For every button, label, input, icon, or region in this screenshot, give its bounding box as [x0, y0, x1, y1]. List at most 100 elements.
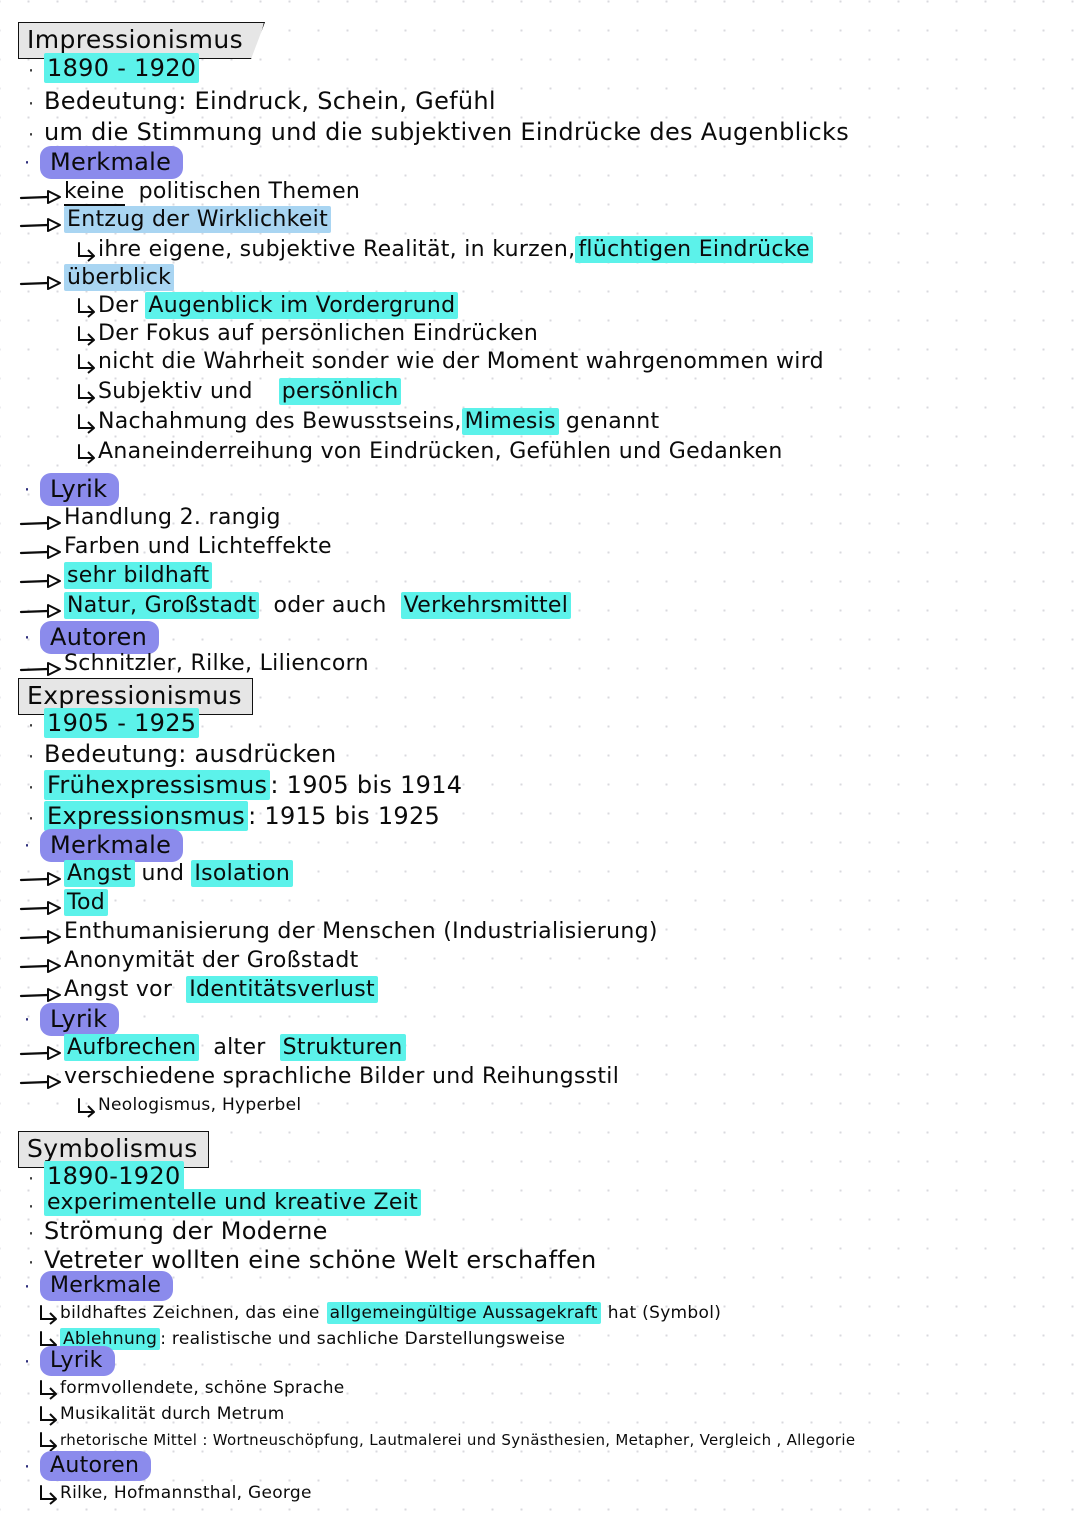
text-l1-b: alter: [213, 1035, 266, 1060]
bullet-dot: ·: [27, 1196, 35, 1218]
label-impressionismus-merkmale: · Merkmale: [14, 146, 184, 179]
line-exp-late: · Expressionsmus: 1915 bis 1925: [18, 801, 441, 831]
text-m1-c: hat (Symbol): [607, 1303, 722, 1323]
text-l1-a: Aufbrechen: [64, 1034, 200, 1061]
line-exp-m2: Tod: [14, 889, 109, 921]
text-autoren: Autoren: [40, 1451, 152, 1481]
line-imp-s5: Nachahmung des Bewusstseins, Mimesis genan…: [72, 408, 659, 438]
line-imp-l1: Handlung 2. rangig: [14, 506, 281, 536]
line-imp-l2: Farben und Lichteffekte: [14, 535, 332, 565]
sub-arrow-icon: [34, 1305, 60, 1329]
text-m5-a: Angst vor: [64, 977, 173, 1002]
bullet-dot: ·: [27, 1168, 35, 1190]
text-a1: Rilke, Hofmannsthal, George: [60, 1483, 312, 1503]
text-a1: Schnitzler, Rilke, Liliencorn: [64, 651, 369, 676]
bullet-dot: ·: [23, 151, 31, 174]
arrow-icon: [14, 957, 64, 979]
text-merkmale: Merkmale: [40, 1271, 174, 1301]
text-m3: überblick: [64, 264, 175, 291]
label-expressionismus-merkmale: · Merkmale: [14, 829, 184, 862]
line-sym-l1: formvollendete, schöne Sprache: [34, 1376, 345, 1404]
line-impressionismus-meaning: · Bedeutung: Eindruck, Schein, Gefühl: [18, 88, 496, 116]
text-l1: Handlung 2. rangig: [64, 505, 281, 530]
text-m2-sub-a: ihre eigene, subjektive Realität, in kur…: [98, 237, 576, 262]
line-sym-years: · 1890-1920: [18, 1161, 184, 1191]
bullet-dot: ·: [27, 60, 35, 82]
text-merkmale: Merkmale: [40, 146, 184, 179]
text-meaning: Bedeutung: Eindruck, Schein, Gefühl: [44, 87, 496, 115]
line-sym-l3: rhetorische Mittel : Wortneuschöpfung, L…: [34, 1428, 855, 1456]
label-symbolismus-lyrik: · Lyrik: [14, 1346, 115, 1376]
label-symbolismus-autoren: · Autoren: [14, 1451, 152, 1481]
arrow-icon: [14, 1044, 64, 1066]
bullet-dot: ·: [23, 478, 31, 501]
bullet-dot: ·: [23, 1008, 31, 1031]
sub-arrow-icon: [72, 1098, 98, 1122]
sub-arrow-icon: [34, 1485, 60, 1509]
arrow-icon: [14, 274, 64, 296]
arrow-icon: [14, 928, 64, 950]
bullet-dot: ·: [27, 808, 35, 830]
text-s1-a: Der: [98, 293, 139, 318]
label-impressionismus-autoren: · Autoren: [14, 621, 160, 654]
line-sym-a1: Rilke, Hofmannsthal, George: [34, 1481, 312, 1509]
bullet-dot: ·: [27, 1252, 35, 1274]
text-l3: rhetorische Mittel : Wortneuschöpfung, L…: [60, 1431, 856, 1449]
line-sym-m1: bildhaftes Zeichnen, das eine allgemeingü…: [34, 1301, 721, 1329]
line-sym-stroemung: · Strömung der Moderne: [18, 1218, 328, 1246]
line-exp-l2: verschiedene sprachliche Bilder und Reih…: [14, 1065, 619, 1095]
text-s3: nicht die Wahrheit sonder wie der Moment…: [98, 349, 824, 374]
line-exp-m1: Angst und Isolation: [14, 860, 294, 892]
label-impressionismus-lyrik: · Lyrik: [14, 473, 120, 506]
bullet-dot: ·: [27, 1223, 35, 1245]
text-experimental: experimentelle und kreative Zeit: [44, 1189, 422, 1216]
text-years: 1890 - 1920: [44, 53, 200, 83]
line-imp-l3: sehr bildhaft: [14, 562, 213, 594]
arrow-icon: [14, 870, 64, 892]
text-l4-b: oder auch: [273, 593, 387, 618]
line-exp-meaning: · Bedeutung: ausdrücken: [18, 741, 336, 769]
line-impressionismus-years: · 1890 - 1920: [18, 53, 200, 83]
text-l1: formvollendete, schöne Sprache: [60, 1378, 345, 1398]
text-merkmale: Merkmale: [40, 829, 184, 862]
bullet-dot: ·: [27, 777, 35, 799]
line-sym-l2: Musikalität durch Metrum: [34, 1402, 285, 1430]
text-early-b: : 1905 bis 1914: [270, 771, 463, 799]
text-m1-b: allgemeingültige Aussagekraft: [326, 1302, 601, 1324]
text-s6: Ananeinderreihung von Eindrücken, Gefühl…: [98, 439, 783, 464]
line-exp-m3: Enthumanisierung der Menschen (Industria…: [14, 920, 658, 950]
text-meaning: Bedeutung: ausdrücken: [44, 740, 337, 768]
bullet-dot: ·: [23, 1275, 31, 1298]
text-m1-a: bildhaftes Zeichnen, das eine: [60, 1303, 320, 1323]
text-s1-b: Augenblick im Vordergrund: [145, 292, 459, 319]
bullet-dot: ·: [27, 124, 35, 146]
text-s4-b: persönlich: [278, 378, 402, 405]
text-l2: verschiedene sprachliche Bilder und Reih…: [64, 1064, 620, 1089]
text-m2-b: : realistische und sachliche Darstellung…: [160, 1329, 566, 1349]
text-purpose: um die Stimmung und die subjektiven Eind…: [44, 118, 850, 146]
text-m1-b: und: [141, 861, 185, 886]
arrow-icon: [14, 216, 64, 238]
bullet-dot: ·: [27, 715, 35, 737]
text-m2-sub-b: flüchtigen Eindrücke: [575, 236, 813, 263]
bullet-dot: ·: [27, 746, 35, 768]
sub-arrow-icon: [72, 414, 98, 438]
text-m1-rest: politischen Themen: [138, 179, 361, 204]
text-years: 1905 - 1925: [44, 708, 200, 738]
text-late-b: : 1915 bis 1925: [248, 802, 441, 830]
arrow-icon: [14, 514, 64, 536]
text-l4-a: Natur, Großstadt: [64, 592, 260, 619]
text-l2: Musikalität durch Metrum: [60, 1404, 285, 1424]
line-sym-experimental: · experimentelle und kreative Zeit: [18, 1189, 422, 1218]
sub-arrow-icon: [72, 298, 98, 322]
sub-arrow-icon: [34, 1380, 60, 1404]
sub-arrow-icon: [72, 354, 98, 378]
label-symbolismus-merkmale: · Merkmale: [14, 1271, 174, 1301]
bullet-dot: ·: [27, 93, 35, 115]
sub-arrow-icon: [72, 444, 98, 468]
line-exp-years: · 1905 - 1925: [18, 708, 200, 738]
text-s4-a: Subjektiv und: [98, 379, 253, 404]
text-lyrik: Lyrik: [40, 1346, 115, 1376]
line-imp-s3: nicht die Wahrheit sonder wie der Moment…: [72, 350, 824, 378]
text-m2: Entzug der Wirklichkeit: [64, 206, 332, 233]
